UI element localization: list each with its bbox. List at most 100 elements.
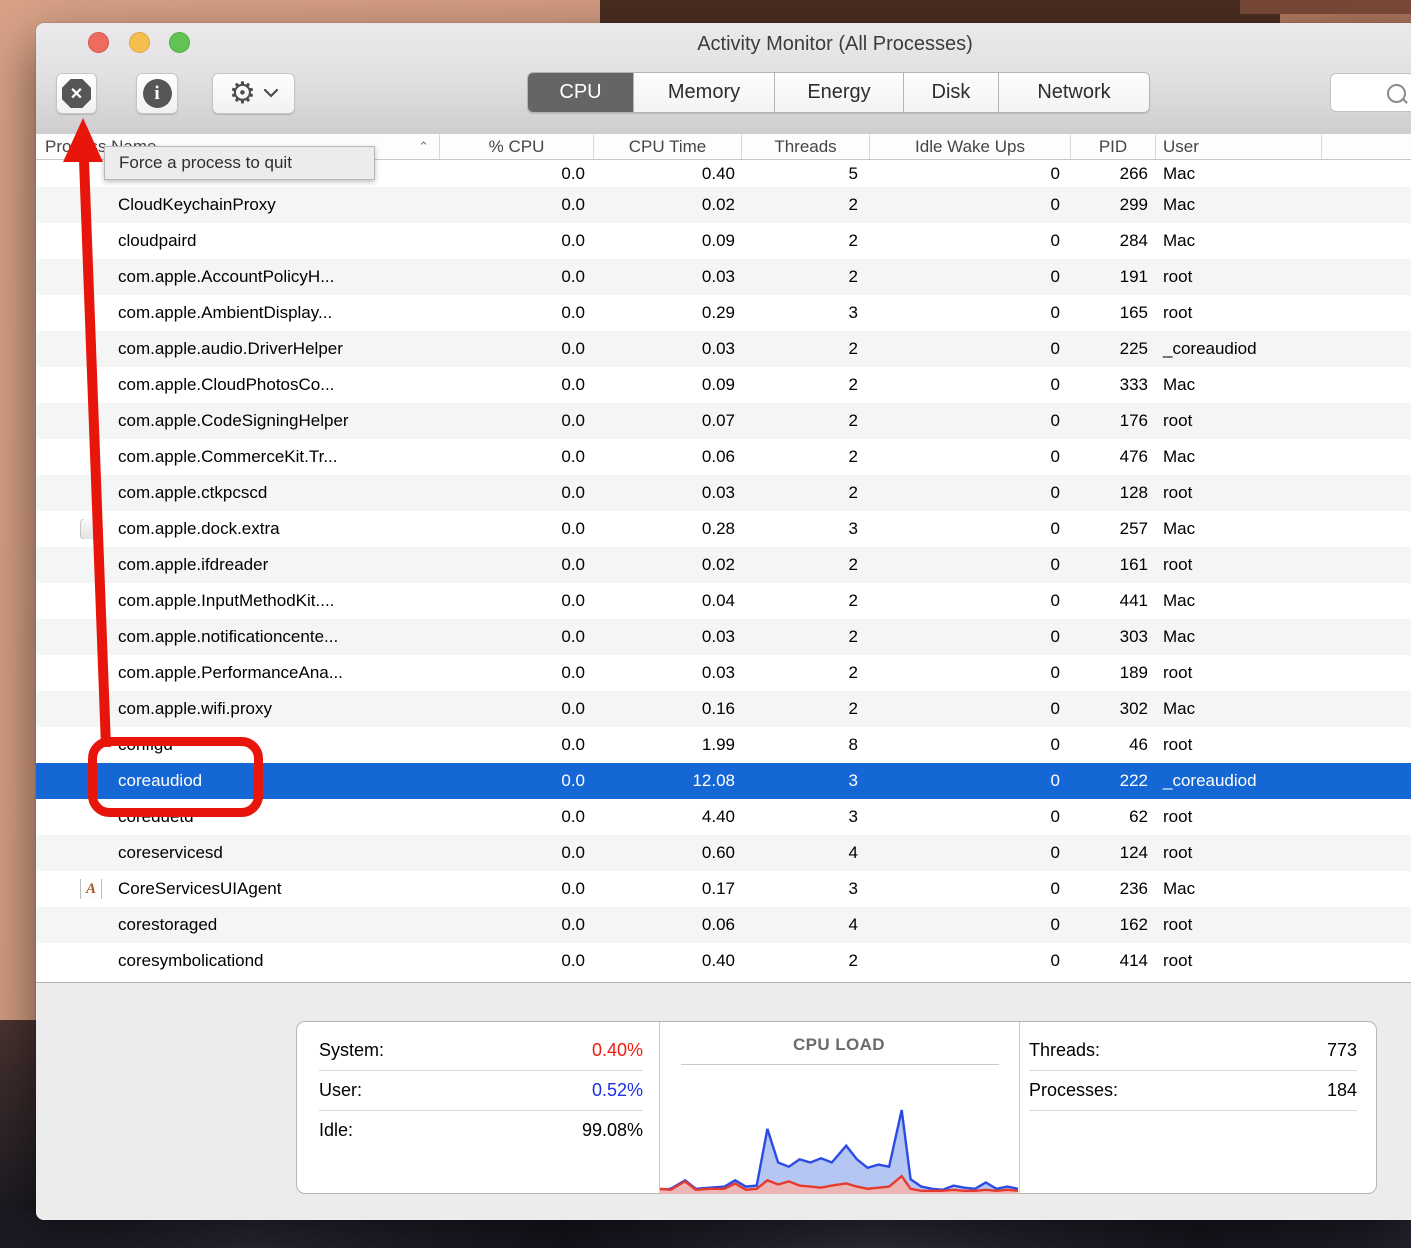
table-row[interactable]: com.apple.AccountPolicyH...0.00.0320191r… [36,259,1411,295]
threads: 3 [742,303,870,323]
sort-ascending-icon: ⌃ [418,139,429,155]
column-header--cpu[interactable]: % CPU [440,134,594,159]
processes-stat: Processes: 184 [1029,1070,1357,1110]
table-row-selected[interactable]: coreaudiod0.012.0830222_coreaudiod [36,763,1411,799]
cpu-time: 0.02 [594,195,742,215]
process-name: com.apple.ifdreader [36,555,440,575]
cpu-time: 0.06 [594,447,742,467]
close-button[interactable] [88,32,109,53]
cpu-time: 0.29 [594,303,742,323]
table-row[interactable]: corestoraged0.00.0640162root [36,907,1411,943]
process-name: com.apple.CodeSigningHelper [36,411,440,431]
idle-wake-ups: 0 [870,735,1071,755]
tab-memory[interactable]: Memory [634,73,775,112]
user: root [1156,843,1322,863]
column-header-threads[interactable]: Threads [742,134,870,159]
table-row[interactable]: coresymbolicationd0.00.4020414root [36,943,1411,979]
table-row[interactable]: com.apple.CommerceKit.Tr...0.00.0620476M… [36,439,1411,475]
stats-panel: System: 0.40% User: 0.52% Idle: 99.08% C… [296,1021,1377,1194]
table-row[interactable]: com.apple.ctkpcscd0.00.0320128root [36,475,1411,511]
table-row[interactable]: com.apple.PerformanceAna...0.00.0320189r… [36,655,1411,691]
cpu-percent: 0.0 [440,483,594,503]
user: _coreaudiod [1156,771,1322,791]
table-row[interactable]: CoreServicesUIAgentA0.00.1730236Mac [36,871,1411,907]
idle-stat: Idle: 99.08% [319,1110,643,1150]
minimize-button[interactable] [129,32,150,53]
user: root [1156,951,1322,971]
threads-stat: Threads: 773 [1029,1030,1357,1070]
cpu-time: 0.28 [594,519,742,539]
column-header-cpu-time[interactable]: CPU Time [594,134,742,159]
cpu-percent: 0.0 [440,303,594,323]
table-row[interactable]: cloudpaird0.00.0920284Mac [36,223,1411,259]
cpu-time: 0.02 [594,555,742,575]
table-row[interactable]: configd0.01.998046root [36,727,1411,763]
table-row[interactable]: com.apple.AmbientDisplay...0.00.2930165r… [36,295,1411,331]
idle-wake-ups: 0 [870,843,1071,863]
table-row[interactable]: com.apple.ifdreader0.00.0220161root [36,547,1411,583]
user-label: User: [319,1080,362,1101]
cpu-time: 4.40 [594,807,742,827]
tab-disk[interactable]: Disk [904,73,999,112]
table-row[interactable]: com.apple.InputMethodKit....0.00.0420441… [36,583,1411,619]
column-header-user[interactable]: User [1156,134,1322,159]
table-row[interactable]: com.apple.CodeSigningHelper0.00.0720176r… [36,403,1411,439]
threads: 2 [742,231,870,251]
process-name: com.apple.wifi.proxy [36,699,440,719]
idle-wake-ups: 0 [870,303,1071,323]
user: root [1156,483,1322,503]
table-row[interactable]: CloudKeychainProxy0.00.0220299Mac [36,187,1411,223]
cpu-percent: 0.0 [440,411,594,431]
table-row[interactable]: com.apple.wifi.proxy0.00.1620302Mac [36,691,1411,727]
process-name: com.apple.notificationcente... [36,627,440,647]
pid: 62 [1071,807,1156,827]
search-field[interactable] [1330,73,1411,112]
threads: 8 [742,735,870,755]
idle-wake-ups: 0 [870,447,1071,467]
threads: 5 [742,164,870,184]
column-header-pid[interactable]: PID [1071,134,1156,159]
cpu-time: 0.03 [594,663,742,683]
tab-energy[interactable]: Energy [775,73,904,112]
cpu-percent: 0.0 [440,375,594,395]
idle-wake-ups: 0 [870,663,1071,683]
table-row[interactable]: com.apple.dock.extra0.00.2830257Mac [36,511,1411,547]
user: Mac [1156,195,1322,215]
cpu-load-chart [660,1089,1018,1194]
desktop-wallpaper [1240,0,1411,14]
threads: 2 [742,375,870,395]
pid: 46 [1071,735,1156,755]
threads: 2 [742,411,870,431]
tab-cpu[interactable]: CPU [528,73,634,112]
user: root [1156,303,1322,323]
pid: 176 [1071,411,1156,431]
tab-network[interactable]: Network [999,73,1149,112]
actions-menu-button[interactable]: ⚙ [212,73,295,114]
user: Mac [1156,231,1322,251]
cpu-percent: 0.0 [440,807,594,827]
user: Mac [1156,879,1322,899]
cpu-percent: 0.0 [440,555,594,575]
process-name: coreaudiod [36,771,440,791]
user: root [1156,555,1322,575]
table-row[interactable]: com.apple.CloudPhotosCo...0.00.0920333Ma… [36,367,1411,403]
divider [1029,1110,1357,1111]
threads: 2 [742,627,870,647]
cpu-time: 0.06 [594,915,742,935]
system-value: 0.40% [592,1040,643,1061]
idle-wake-ups: 0 [870,267,1071,287]
process-table: 0.00.4050266MacCloudKeychainProxy0.00.02… [36,160,1411,982]
processes-value: 184 [1327,1080,1357,1101]
column-header-idle-wake-ups[interactable]: Idle Wake Ups [870,134,1071,159]
desktop-wallpaper [0,1020,36,1220]
force-quit-button[interactable]: ✕ [56,73,97,114]
user-value: 0.52% [592,1080,643,1101]
table-row[interactable]: com.apple.audio.DriverHelper0.00.0320225… [36,331,1411,367]
pid: 414 [1071,951,1156,971]
zoom-button[interactable] [169,32,190,53]
table-row[interactable]: com.apple.notificationcente...0.00.03203… [36,619,1411,655]
table-row[interactable]: coreduetd0.04.403062root [36,799,1411,835]
inspect-button[interactable]: i [136,73,178,114]
table-row[interactable]: coreservicesd0.00.6040124root [36,835,1411,871]
plugin-icon [80,519,102,539]
